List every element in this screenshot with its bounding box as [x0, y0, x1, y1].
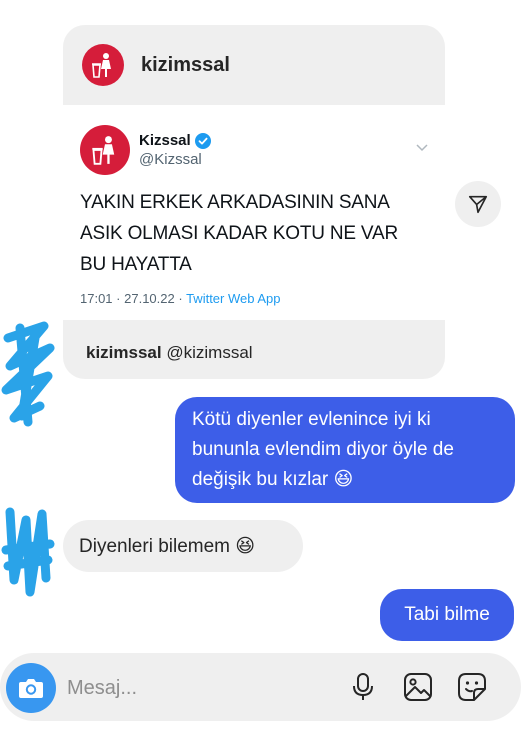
- shared-post-footer[interactable]: kizimssal @kizimssal: [86, 343, 253, 363]
- scribble-redaction-bottom: [1, 507, 55, 597]
- tweet-time: 17:01: [80, 291, 113, 306]
- camera-button[interactable]: [6, 663, 56, 713]
- footer-username: kizimssal: [86, 343, 162, 362]
- verified-badge-icon: [194, 132, 211, 149]
- trash-woman-logo-icon: [92, 136, 115, 165]
- message-input[interactable]: [67, 674, 327, 702]
- shared-post-header[interactable]: kizimssal: [63, 25, 445, 105]
- sender-username[interactable]: kizimssal: [141, 54, 230, 77]
- tweet-meta: 17:01 · 27.10.22 · Twitter Web App: [80, 291, 281, 306]
- sender-avatar[interactable]: [82, 44, 124, 86]
- scribble-redaction-top: [1, 321, 55, 427]
- tweet-text: YAKIN ERKEK ARKADASININ SANA ASIK OLMASI…: [80, 192, 398, 275]
- footer-handle: @kizimssal: [166, 343, 253, 362]
- incoming-message[interactable]: Diyenleri bilemem 😆: [63, 520, 303, 572]
- outgoing-message[interactable]: Kötü diyenler evlenince iyi ki bununla e…: [175, 397, 515, 503]
- tweet-source: Twitter Web App: [186, 291, 281, 306]
- outgoing-message[interactable]: Tabi bilme: [380, 589, 514, 641]
- chevron-down-icon[interactable]: [415, 140, 429, 158]
- camera-icon: [19, 679, 43, 698]
- tweet-date: 27.10.22: [124, 291, 175, 306]
- tweet-display-name: Kizssal: [139, 132, 211, 149]
- shared-post-card[interactable]: kizimssal Kizssal @Kizssal YAKIN ERKEK A…: [63, 25, 445, 379]
- tweet-author[interactable]: Kizssal @Kizssal: [80, 125, 211, 175]
- embedded-tweet[interactable]: Kizssal @Kizssal YAKIN ERKEK ARKADASININ…: [63, 105, 445, 320]
- share-button[interactable]: [455, 181, 501, 227]
- microphone-icon[interactable]: [349, 670, 377, 704]
- tweet-handle: @Kizssal: [139, 151, 202, 168]
- trash-woman-logo-icon: [92, 53, 111, 78]
- sticker-icon[interactable]: [455, 670, 489, 704]
- message-composer: [0, 653, 521, 721]
- paper-plane-icon: [468, 195, 488, 214]
- image-icon[interactable]: [401, 670, 435, 704]
- tweet-avatar[interactable]: [80, 125, 130, 175]
